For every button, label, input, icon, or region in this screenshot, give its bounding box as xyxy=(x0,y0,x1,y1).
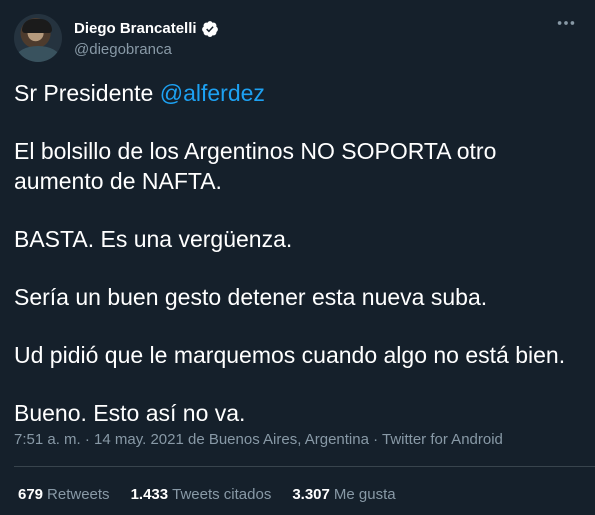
tweet-meta[interactable]: 7:51 a. m. · 14 may. 2021 de Buenos Aire… xyxy=(14,431,503,448)
tweet-paragraph: El bolsillo de los Argentinos NO SOPORTA… xyxy=(14,138,497,194)
tweet-paragraph: Sería un buen gesto detener esta nueva s… xyxy=(14,284,488,310)
verified-badge-icon xyxy=(201,20,218,37)
retweets-count: 679 xyxy=(18,486,44,503)
retweets-stat[interactable]: 679 Retweets xyxy=(18,486,110,503)
mention-link[interactable]: @alferdez xyxy=(160,80,265,106)
author-display-name[interactable]: Diego Brancatelli xyxy=(74,20,197,37)
tweet-paragraph: Bueno. Esto así no va. xyxy=(14,400,246,426)
tweet-greeting: Sr Presidente xyxy=(14,80,160,106)
retweets-label: Retweets xyxy=(47,486,110,503)
author-names: Diego Brancatelli @diegobranca xyxy=(74,19,219,58)
quotes-stat[interactable]: 1.433 Tweets citados xyxy=(131,486,272,503)
likes-label: Me gusta xyxy=(333,486,396,503)
quotes-label: Tweets citados xyxy=(172,486,272,503)
author-handle[interactable]: @diegobranca xyxy=(74,41,219,58)
divider xyxy=(14,466,595,467)
tweet-paragraph: Sr Presidente @alferdez xyxy=(14,78,579,108)
tweet-header: Diego Brancatelli @diegobranca xyxy=(14,14,219,62)
tweet-card: Diego Brancatelli @diegobranca Sr Presid… xyxy=(0,0,595,515)
quotes-count: 1.433 xyxy=(130,486,169,503)
avatar[interactable] xyxy=(14,14,62,62)
likes-stat[interactable]: 3.307 Me gusta xyxy=(292,486,395,503)
tweet-stats: 679 Retweets 1.433 Tweets citados 3.307 Me … xyxy=(18,486,417,503)
likes-count: 3.307 xyxy=(292,486,330,503)
more-options-icon[interactable] xyxy=(555,12,577,34)
tweet-text: Sr Presidente @alferdez El bolsillo de l… xyxy=(14,78,579,456)
tweet-paragraph: BASTA. Es una vergüenza. xyxy=(14,226,293,252)
name-row: Diego Brancatelli xyxy=(74,19,219,39)
tweet-paragraph: Ud pidió que le marquemos cuando algo no… xyxy=(14,342,566,368)
